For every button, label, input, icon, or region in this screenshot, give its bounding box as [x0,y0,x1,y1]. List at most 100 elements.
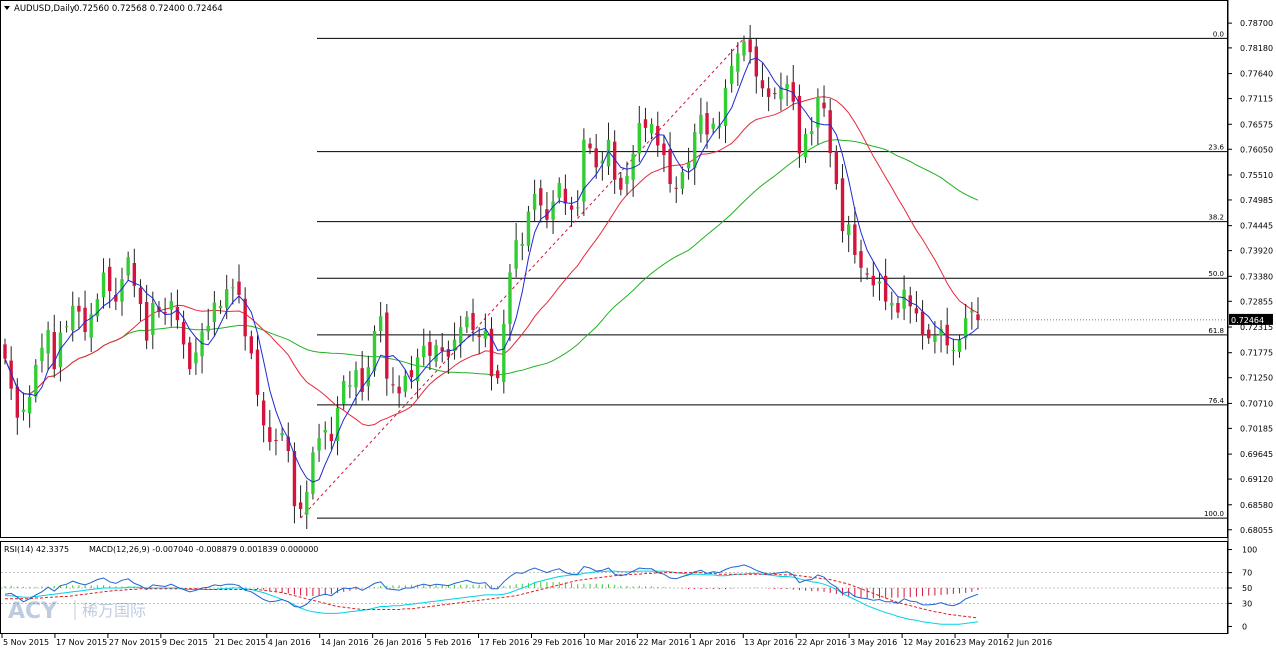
time-tick-label: 4 Jan 2016 [268,638,311,647]
candle-bull [514,240,518,269]
candle-bear [329,433,334,442]
price-tick-label: 0.69645 [1240,450,1273,459]
candle-bear [594,148,598,168]
time-tick-label: 29 Feb 2016 [532,638,582,647]
candle-bear [619,177,623,190]
time-tick-label: 10 Mar 2016 [585,638,636,647]
candle-bull [532,193,537,210]
candle-bear [674,187,678,189]
candle-bear [914,308,919,314]
candle-bear [77,305,81,312]
candle-bull [317,438,321,451]
time-tick-label: 2 Jun 2016 [1009,638,1052,647]
ma-fast-line [4,57,979,483]
chart-canvas[interactable]: 0.023.638.250.061.876.4100.0 0.787000.78… [0,0,1276,652]
price-tick-label: 0.77115 [1240,95,1273,104]
candle-bear [705,113,709,135]
candle-bear [428,342,432,356]
candle-bear [822,102,826,109]
candle-bull [354,370,358,388]
price-tick-label: 0.76575 [1240,120,1273,129]
price-tick-label: 0.71250 [1240,374,1273,383]
candle-bear [144,302,149,341]
candle-bear [908,295,912,307]
candle-bull [483,330,488,339]
candle-bear [471,312,475,331]
candle-bull [846,224,851,235]
candle-bull [403,375,407,392]
price-tick-label: 0.74985 [1240,196,1273,205]
candle-bear [662,143,666,155]
candle-bull [71,305,75,331]
candle-bear [871,275,876,286]
candle-bear [920,311,925,336]
candle-bull [933,335,937,343]
indicator-axis: 100 70 50 30 0 [1228,546,1257,631]
candle-bear [668,149,672,185]
macd-main-path [5,570,979,625]
price-tick-label: 0.73380 [1240,272,1273,281]
candle-bear [754,46,758,77]
fibonacci-retracement[interactable]: 0.0 23.6 38.2 50.0 61.8 76.4 100.0 [300,30,1228,519]
candle-bear [643,119,648,128]
candle-bull [465,316,469,328]
price-axis: 0.78700 0.78180 0.77640 0.77115 0.76575 0.760… [978,19,1273,535]
indicator-tick-label: 30 [1242,599,1252,608]
price-tick-label: 0.68055 [1240,526,1273,535]
chart-window: 0.0 23.6 38.2 50.0 61.8 76.4 100.0 0.78700 0.78… [0,0,1276,652]
candle-bull [957,340,962,353]
candle-bull [649,124,654,134]
indicator-header: RSI(14) 42.3375 MACD(12,26,9) -0.007040 … [4,545,318,554]
candle-bear [569,205,574,210]
candle-bear [181,322,186,345]
price-tick-label: 0.78700 [1240,19,1273,28]
fib-level-label: 23.6 [1208,144,1224,152]
candle-bull [169,301,173,310]
candle-bull [342,381,346,404]
broker-watermark: ACY 稀万国际 [8,599,146,624]
price-tick-label: 0.71775 [1240,349,1273,358]
candle-bull [231,287,235,289]
candle-bull [280,432,284,436]
candle-bull [785,84,789,89]
price-tick-label: 0.76050 [1240,145,1273,154]
candle-bear [138,287,143,304]
chart-header: AUDUSD,Daily 0.72560 0.72568 0.72400 0.7… [4,4,223,14]
candle-bear [15,386,20,418]
candle-bear [188,342,192,370]
candle-bull [459,327,463,344]
time-tick-label: 9 Dec 2015 [162,638,208,647]
candle-bear [828,110,832,154]
indicator-tick-label: 0 [1242,622,1247,631]
time-tick-label: 22 Mar 2016 [638,638,689,647]
candle-bull [526,211,531,246]
candle-bear [563,188,568,204]
candle-bull [951,350,956,352]
price-tick-label: 0.75510 [1240,171,1273,180]
candle-bull [693,132,697,168]
candle-bull [877,281,882,284]
candle-bull [686,162,691,169]
time-tick-label: 23 May 2016 [956,638,1008,647]
chart-menu-triangle-icon[interactable] [4,6,10,10]
candle-bull [736,53,740,72]
time-tick-label: 13 Apr 2016 [744,638,793,647]
candle-bear [976,314,980,321]
candle-bull [27,396,32,414]
fib-level-label: 38.2 [1208,214,1224,222]
time-tick-label: 17 Feb 2016 [480,638,530,647]
candle-bull [101,272,106,298]
indicator-tick-label: 100 [1242,546,1257,555]
candle-bear [268,427,272,442]
indicator-tick-label: 70 [1242,569,1252,578]
fib-level-label: 76.4 [1208,397,1224,405]
candle-bear [261,400,266,426]
candle-bull [890,302,894,306]
rsi-label: RSI(14) 42.3375 [4,545,69,554]
candle-bull [34,364,38,397]
candlestick-series [3,25,980,530]
price-tick-label: 0.73920 [1240,247,1273,256]
candle-bull [40,347,44,362]
fib-level-label: 100.0 [1204,510,1224,518]
time-axis: 5 Nov 2015 17 Nov 2015 27 Nov 2015 9 Dec 20… [1,634,1052,647]
